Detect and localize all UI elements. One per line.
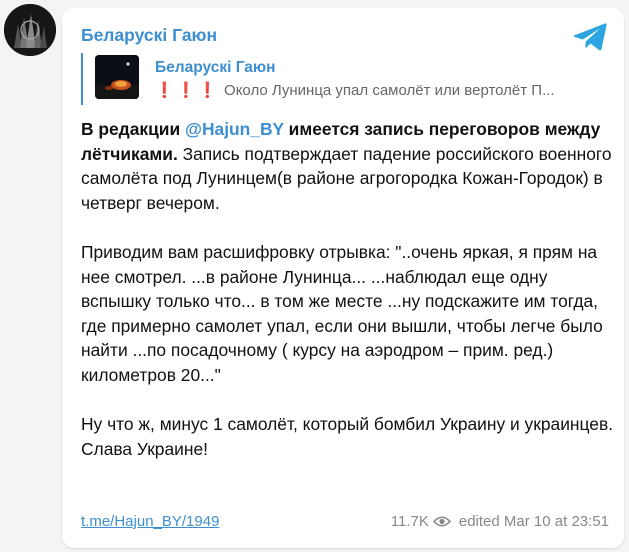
message-text: В редакции @Hajun_BY имеется запись пере… <box>81 117 616 461</box>
forwarded-message-preview[interactable]: Беларускі Гаюн ❗❗❗ Около Лунинца упал сам… <box>81 53 613 105</box>
message-date[interactable]: Mar 10 at 23:51 <box>504 513 609 530</box>
channel-name[interactable]: Беларускі Гаюн <box>81 25 217 46</box>
post-link[interactable]: t.me/Hajun_BY/1949 <box>81 513 219 530</box>
message-bubble: Беларускі Гаюн Беларускі Гаюн ❗❗❗ Около Л… <box>62 8 624 548</box>
bold-intro: В редакции <box>81 119 186 139</box>
forwarded-thumbnail <box>95 55 139 99</box>
channel-avatar[interactable] <box>4 4 56 56</box>
avatar-image <box>4 4 56 56</box>
forwarded-preview-body: Около Лунинца упал самолёт или вертолёт … <box>224 82 555 99</box>
message-meta: 11.7K edited Mar 10 at 23:51 <box>391 513 609 530</box>
forwarded-channel-name: Беларускі Гаюн <box>155 59 276 76</box>
exclamation-emoji: ❗❗❗ <box>155 82 221 99</box>
telegram-logo-icon[interactable] <box>572 22 608 52</box>
eye-icon <box>432 516 451 527</box>
message-footer: t.me/Hajun_BY/1949 11.7K edited Mar 10 a… <box>81 513 609 535</box>
mention-link[interactable]: @Hajun_BY <box>185 119 284 139</box>
view-count: 11.7K <box>390 513 429 530</box>
paragraph-1: В редакции @Hajun_BY имеется запись пере… <box>81 117 616 215</box>
paragraph-3: Ну что ж, минус 1 самолёт, который бомби… <box>81 414 614 459</box>
edited-label: edited <box>458 513 500 530</box>
forwarded-preview-text: ❗❗❗ Около Лунинца упал самолёт или вертол… <box>155 81 615 99</box>
paragraph-2: Приводим вам расшифровку отрывка: "..оче… <box>81 241 603 385</box>
